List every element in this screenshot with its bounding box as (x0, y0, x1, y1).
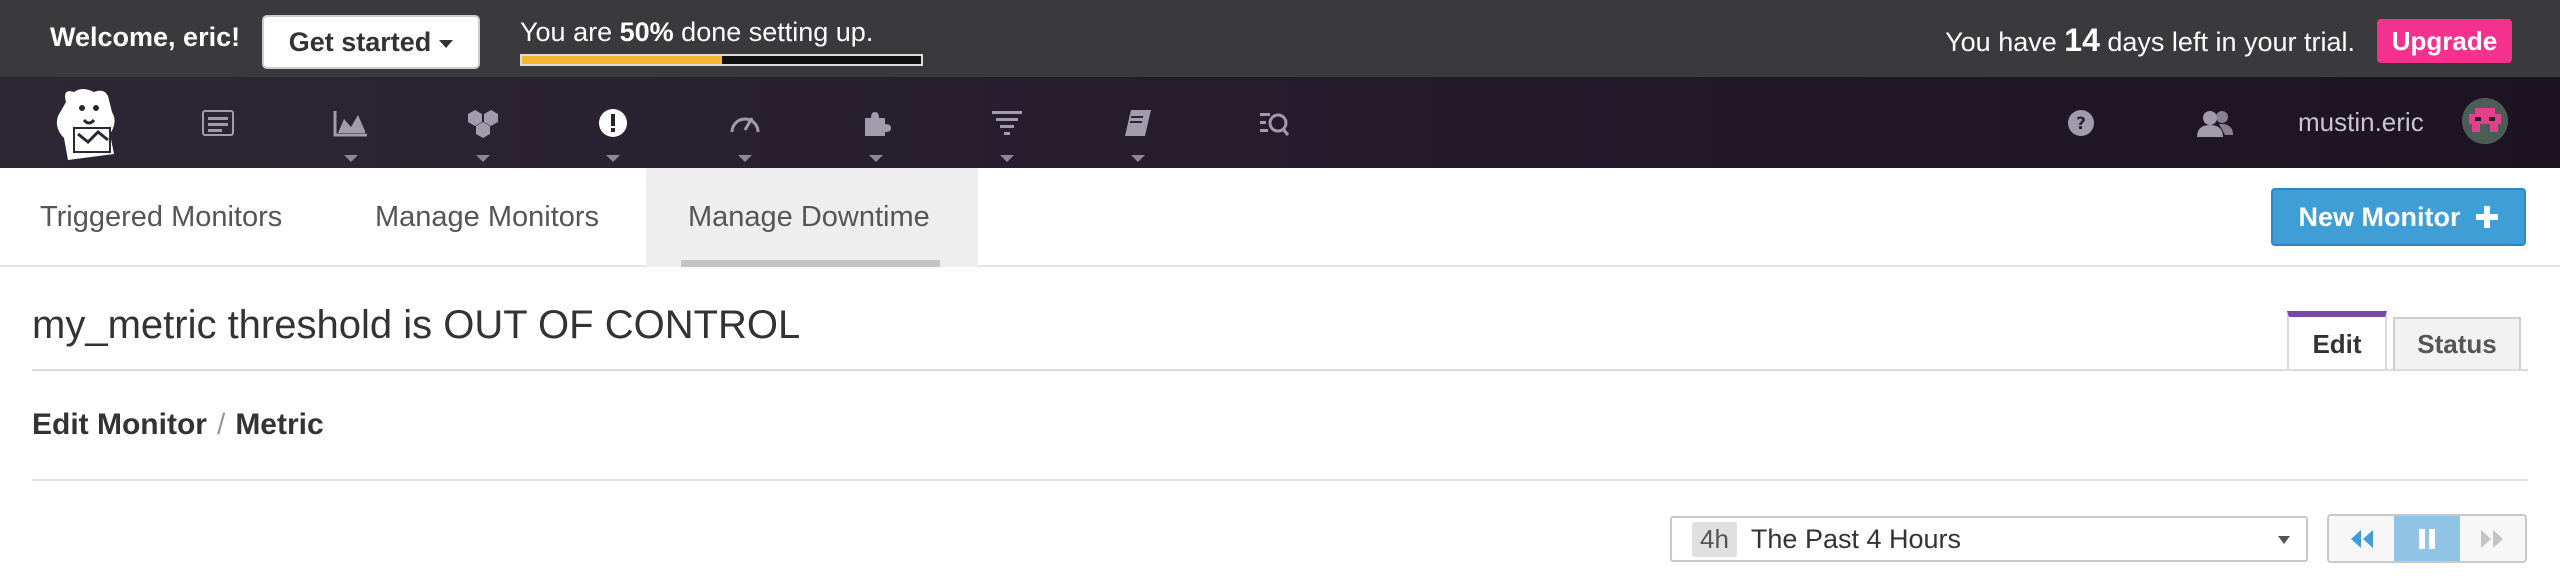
svg-text:?: ? (2076, 114, 2086, 134)
new-monitor-label: New Monitor (2298, 201, 2461, 232)
apm-gauge-icon[interactable] (705, 77, 785, 168)
get-started-button[interactable]: Get started (262, 15, 480, 69)
new-monitor-button[interactable]: New Monitor (2271, 188, 2526, 246)
setup-progress-fill (522, 56, 722, 64)
upgrade-button[interactable]: Upgrade (2377, 19, 2512, 63)
time-range-label: The Past 4 Hours (1750, 523, 1962, 554)
setup-percent: 50% (619, 17, 674, 47)
chevron-down-icon (606, 155, 620, 162)
playback-controls (2327, 514, 2527, 563)
rewind-button[interactable] (2329, 516, 2395, 561)
chevron-down-icon (869, 155, 883, 162)
get-started-label: Get started (288, 26, 432, 57)
breadcrumb-edit-monitor: Edit Monitor (32, 408, 207, 441)
tab-edit[interactable]: Edit (2287, 311, 2387, 371)
infrastructure-icon[interactable] (443, 77, 523, 168)
tab-manage-monitors[interactable]: Manage Monitors (375, 168, 599, 267)
active-tab-indicator (681, 260, 940, 267)
pause-button[interactable] (2394, 516, 2460, 561)
monitors-icon[interactable] (573, 77, 653, 168)
breadcrumb-separator: / (216, 408, 226, 441)
trial-status: You have 14 days left in your trial. (1945, 22, 2355, 59)
tab-manage-downtime-label: Manage Downtime (688, 201, 930, 233)
synthetics-icon[interactable] (1234, 77, 1314, 168)
trial-days: 14 (2064, 22, 2100, 58)
dashboards-icon[interactable] (311, 77, 391, 168)
fast-forward-icon (2481, 529, 2504, 548)
setup-suffix: done setting up. (681, 17, 874, 47)
chevron-down-icon (476, 155, 490, 162)
onboarding-bar: Welcome, eric! Get started You are 50% d… (0, 0, 2560, 77)
help-icon[interactable]: ? (2041, 77, 2121, 168)
tab-manage-downtime[interactable]: Manage Downtime (646, 168, 978, 267)
time-range-badge: 4h (1692, 521, 1737, 557)
team-icon[interactable] (2175, 77, 2255, 168)
chevron-down-icon (439, 40, 454, 48)
plus-icon (2475, 206, 2498, 228)
section-divider (32, 479, 2528, 481)
integrations-puzzle-icon[interactable] (836, 77, 916, 168)
chevron-down-icon (1131, 155, 1145, 162)
chevron-down-icon (344, 155, 358, 162)
notebooks-icon[interactable] (1098, 77, 1178, 168)
tab-triggered-monitors[interactable]: Triggered Monitors (40, 168, 282, 267)
chevron-down-icon (1000, 155, 1014, 162)
rewind-icon (2350, 529, 2373, 548)
tab-status[interactable]: Status (2393, 317, 2521, 371)
setup-status: You are 50% done setting up. (520, 17, 873, 48)
logs-filter-icon[interactable] (967, 77, 1047, 168)
username-menu[interactable]: mustin.eric (2298, 107, 2424, 138)
pause-icon (2418, 528, 2435, 549)
chevron-down-icon (738, 155, 752, 162)
datadog-logo[interactable] (48, 82, 134, 164)
events-icon[interactable] (178, 77, 258, 168)
breadcrumb: Edit Monitor / Metric (32, 408, 324, 442)
fast-forward-button[interactable] (2459, 516, 2525, 561)
monitor-tabs: Triggered Monitors Manage Monitors Manag… (0, 168, 2560, 267)
trial-prefix: You have (1945, 27, 2057, 57)
breadcrumb-metric: Metric (235, 408, 324, 441)
setup-progress-bar (520, 54, 923, 66)
avatar[interactable] (2462, 98, 2508, 144)
trial-suffix: days left in your trial. (2107, 27, 2355, 57)
setup-prefix: You are (520, 17, 613, 47)
welcome-text: Welcome, eric! (50, 22, 241, 52)
chevron-down-icon (2278, 536, 2290, 544)
time-range-select[interactable]: 4h The Past 4 Hours (1670, 516, 2308, 562)
title-divider (32, 369, 2528, 371)
main-nav: ? mustin.eric (0, 77, 2560, 168)
monitor-title: my_metric threshold is OUT OF CONTROL (32, 303, 801, 347)
